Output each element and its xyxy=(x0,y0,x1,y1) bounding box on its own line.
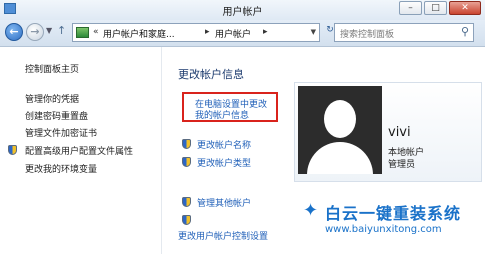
sidebar-item-environment-variables[interactable]: 更改我的环境变量 xyxy=(25,162,97,175)
change-account-type-link[interactable]: 更改帐户类型 xyxy=(197,156,251,169)
minimize-button[interactable]: – xyxy=(399,1,422,15)
search-icon[interactable]: ⚲ xyxy=(461,25,469,38)
back-button[interactable]: ← xyxy=(5,23,23,41)
sidebar-item-file-encryption-certs[interactable]: 管理文件加密证书 xyxy=(25,126,97,139)
breadcrumb-separator[interactable]: ▸ xyxy=(205,27,210,37)
breadcrumb-overflow[interactable]: « xyxy=(93,27,99,37)
watermark-logo-icon: ✦ xyxy=(303,200,319,221)
sidebar-item-advanced-profile[interactable]: 配置高级用户配置文件属性 xyxy=(25,144,133,157)
navigation-bar: ← → ▼ ↑ « 用户帐户和家庭... ▸ 用户帐户 ▸ ▼ ↻ 搜索控制面板… xyxy=(0,20,485,47)
user-avatar xyxy=(298,86,382,174)
sidebar-item-password-reset-disk[interactable]: 创建密码重置盘 xyxy=(25,109,88,122)
uac-shield-icon xyxy=(182,157,191,167)
maximize-button[interactable]: □ xyxy=(424,1,447,15)
search-placeholder: 搜索控制面板 xyxy=(340,30,395,40)
breadcrumb-user-accounts[interactable]: 用户帐户 xyxy=(215,27,251,40)
avatar-head-silhouette xyxy=(324,100,356,138)
address-bar[interactable]: « 用户帐户和家庭... ▸ 用户帐户 ▸ ▼ xyxy=(72,23,320,42)
close-button[interactable]: ✕ xyxy=(449,1,481,15)
recent-pages-dropdown[interactable]: ▼ xyxy=(46,26,52,35)
uac-shield-icon xyxy=(182,139,191,149)
watermark-url: www.baiyunxitong.com xyxy=(325,224,442,235)
back-arrow-icon: ← xyxy=(9,25,19,38)
user-name: vivi xyxy=(388,125,411,140)
pc-settings-link-line2[interactable]: 我的帐户信息 xyxy=(195,108,249,121)
up-button[interactable]: ↑ xyxy=(57,24,66,37)
manage-other-accounts-link[interactable]: 管理其他帐户 xyxy=(197,196,251,209)
address-dropdown[interactable]: ▼ xyxy=(311,28,316,36)
sidebar-item-manage-credentials[interactable]: 管理你的凭据 xyxy=(25,92,79,105)
breadcrumb-separator-end[interactable]: ▸ xyxy=(263,27,268,37)
control-panel-icon xyxy=(76,27,89,38)
breadcrumb-user-accounts-family[interactable]: 用户帐户和家庭... xyxy=(103,27,175,40)
search-input[interactable]: 搜索控制面板 ⚲ xyxy=(334,23,474,42)
title-bar: 用户帐户 – □ ✕ xyxy=(0,0,485,20)
uac-shield-icon xyxy=(182,197,191,207)
change-uac-settings-link[interactable]: 更改用户帐户控制设置 xyxy=(178,229,268,242)
forward-button[interactable]: → xyxy=(26,23,44,41)
page-title: 更改帐户信息 xyxy=(178,68,244,81)
sidebar-item-control-panel-home[interactable]: 控制面板主页 xyxy=(25,62,79,75)
uac-shield-icon xyxy=(182,215,191,225)
forward-arrow-icon: → xyxy=(30,25,40,38)
uac-shield-icon xyxy=(8,145,17,155)
watermark-title: 白云一键重装系统 xyxy=(325,204,462,223)
avatar-body-silhouette xyxy=(307,142,373,174)
user-role: 管理员 xyxy=(388,160,416,170)
change-account-name-link[interactable]: 更改帐户名称 xyxy=(197,138,251,151)
